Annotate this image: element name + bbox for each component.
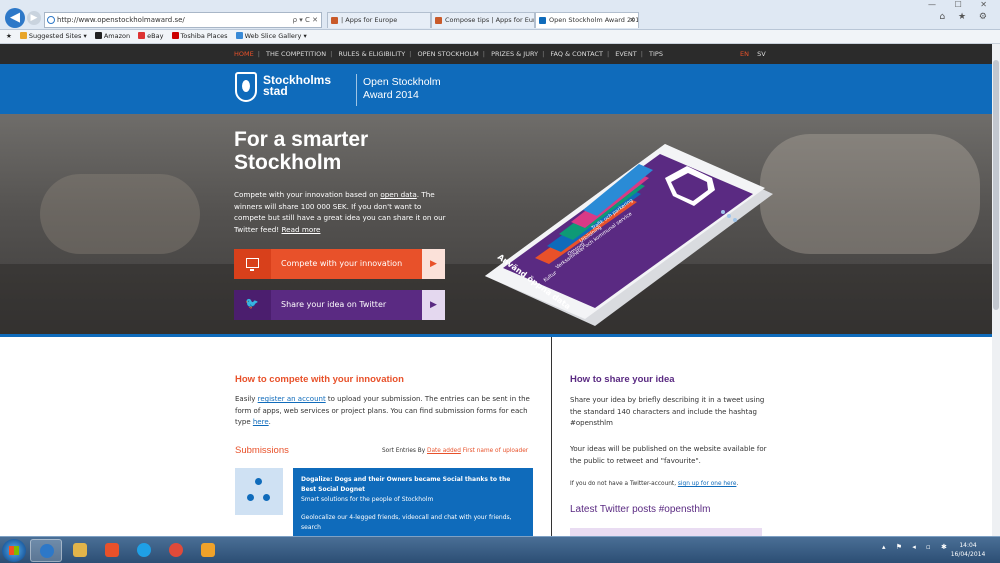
entry-body: Geolocalize our 4-legged friends, videoc… [301, 514, 512, 531]
share-description: Share your idea by briefly describing it… [570, 396, 765, 427]
fav-suggested-sites[interactable]: Suggested Sites ▾ [19, 30, 87, 43]
hero-description: Compete with your innovation based on op… [234, 190, 446, 234]
open-data-link[interactable]: open data [380, 190, 416, 199]
hero-section: For a smarter Stockholm Compete with you… [0, 114, 992, 334]
share-publish-info: Your ideas will be published on the webs… [570, 445, 767, 465]
tab-apps-for-europe[interactable]: | Apps for Europe [327, 12, 431, 28]
twitter-feed-box [570, 528, 762, 536]
play-arrow-icon: ▶ [422, 290, 445, 320]
language-switch: EN SV [740, 44, 766, 64]
nav-links: HOME | THE COMPETITION | RULES & ELIGIBILI… [234, 50, 663, 58]
scrollbar-thumb[interactable] [993, 60, 999, 310]
nav-the-competition[interactable]: THE COMPETITION [266, 50, 326, 58]
play-arrow-icon: ▶ [422, 249, 445, 279]
entry-title[interactable]: Dogalize: Dogs and their Owners became S… [301, 475, 525, 495]
taskbar-file-explorer[interactable] [64, 539, 96, 562]
site-banner: Stockholms stad Open Stockholm Award 201… [0, 64, 992, 114]
windows-start-icon[interactable] [2, 539, 26, 562]
favorites-bar: ★ Suggested Sites ▾ Amazon eBay Toshiba … [0, 30, 1000, 44]
entry-subtitle: Smart solutions for the people of Stockh… [301, 496, 434, 503]
fav-ebay[interactable]: eBay [138, 30, 163, 43]
twitter-posts-heading: Latest Twitter posts #opensthlm [570, 504, 711, 515]
nav-event[interactable]: EVENT [615, 50, 637, 58]
nav-home[interactable]: HOME [234, 50, 254, 58]
window-buttons[interactable]: — ☐ ✕ [928, 0, 995, 9]
entry-people-icon [235, 468, 283, 515]
compete-heading: How to compete with your innovation [235, 374, 404, 385]
nav-faq-contact[interactable]: FAQ & CONTACT [550, 50, 603, 58]
taskbar-skype[interactable] [128, 539, 160, 562]
hero-title: For a smarter Stockholm [234, 128, 369, 174]
share-heading: How to share your idea [570, 374, 675, 385]
main-content: How to compete with your innovation Easi… [0, 337, 992, 536]
twitter-signup-link[interactable]: sign up for one here [678, 481, 737, 487]
tab-favicon [435, 17, 442, 24]
lang-sv[interactable]: SV [757, 50, 766, 58]
hero-background-shape [760, 134, 980, 254]
fav-amazon[interactable]: Amazon [94, 30, 130, 43]
nav-tips[interactable]: TIPS [649, 50, 663, 58]
tab-close-icon[interactable]: ✕ [630, 13, 635, 28]
favorites-star-icon[interactable]: ★ [6, 30, 12, 43]
system-tray[interactable]: ▴ ⚑ ◂ ▫ ✱ [882, 543, 951, 551]
nav-prizes-jury[interactable]: PRIZES & JURY [491, 50, 538, 58]
here-link[interactable]: here [253, 418, 269, 426]
site-navigation: HOME | THE COMPETITION | RULES & ELIGIBILI… [0, 44, 1000, 64]
twitter-bird-icon: 🐦 [234, 290, 271, 320]
taskbar-outlook[interactable] [192, 539, 224, 562]
address-url[interactable]: http://www.openstockholmaward.se/ [57, 16, 185, 24]
hero-background-shape [40, 174, 200, 254]
logo-divider [356, 74, 357, 106]
clock[interactable]: 14:04 16/04/2014 [948, 541, 988, 559]
compete-button-label: Compete with your innovation [271, 249, 422, 279]
sort-entries: Sort Entries By Date added First name of… [382, 448, 529, 454]
lang-en[interactable]: EN [740, 50, 749, 58]
fav-web-slice-gallery[interactable]: Web Slice Gallery ▾ [235, 30, 307, 43]
sort-date-added[interactable]: Date added [427, 448, 461, 454]
browser-toolbar: — ☐ ✕ ◀ ▶ http://www.openstockholmaward.… [0, 0, 1000, 30]
award-title: Open Stockholm Award 2014 [363, 76, 441, 101]
taskbar-media-player[interactable] [96, 539, 128, 562]
stockholm-crest-icon[interactable] [235, 72, 257, 102]
tab-favicon [331, 17, 338, 24]
share-twitter-button[interactable]: 🐦 Share your idea on Twitter ▶ [234, 290, 445, 320]
submission-entry[interactable]: Dogalize: Dogs and their Owners became S… [293, 468, 533, 536]
fav-toshiba-places[interactable]: Toshiba Places [171, 30, 228, 43]
taskbar-chrome[interactable] [160, 539, 192, 562]
tab-compose-tips[interactable]: Compose tips | Apps for Europe [431, 12, 535, 28]
browser-right-icons[interactable]: ⌂ ★ ⚙ [939, 12, 992, 22]
tab-open-stockholm-award[interactable]: Open Stockholm Award 2014 ✕ [535, 12, 639, 28]
twitter-signup-note: If you do not have a Twitter-account, si… [570, 481, 739, 487]
address-controls[interactable]: ρ ▾ C ✕ [293, 13, 318, 27]
sort-first-name[interactable]: First name of uploader [463, 448, 528, 454]
ie-page-icon [47, 16, 55, 24]
register-account-link[interactable]: register an account [258, 395, 326, 403]
column-divider [551, 337, 552, 536]
tab-favicon [539, 17, 546, 24]
phone-illustration: Trafik och parkering Utbildning Omsorg V… [485, 144, 773, 326]
share-twitter-label: Share your idea on Twitter [271, 290, 422, 320]
nav-open-stockholm[interactable]: OPEN STOCKHOLM [417, 50, 478, 58]
taskbar-internet-explorer[interactable] [30, 539, 62, 562]
monitor-icon [234, 249, 271, 279]
compete-description: Easily register an account to upload you… [235, 395, 530, 426]
windows-taskbar: ▴ ⚑ ◂ ▫ ✱ 14:04 16/04/2014 [0, 536, 1000, 563]
stockholm-logo[interactable]: Stockholms stad [263, 74, 331, 97]
nav-rules-eligibility[interactable]: RULES & ELIGIBILITY [338, 50, 405, 58]
forward-arrow-icon[interactable]: ▶ [27, 11, 41, 25]
compete-button[interactable]: Compete with your innovation ▶ [234, 249, 445, 279]
submissions-heading: Submissions [235, 445, 289, 456]
read-more-link[interactable]: Read more [281, 225, 320, 234]
back-arrow-icon[interactable]: ◀ [5, 8, 25, 28]
address-bar[interactable]: http://www.openstockholmaward.se/ ρ ▾ C … [44, 12, 322, 28]
